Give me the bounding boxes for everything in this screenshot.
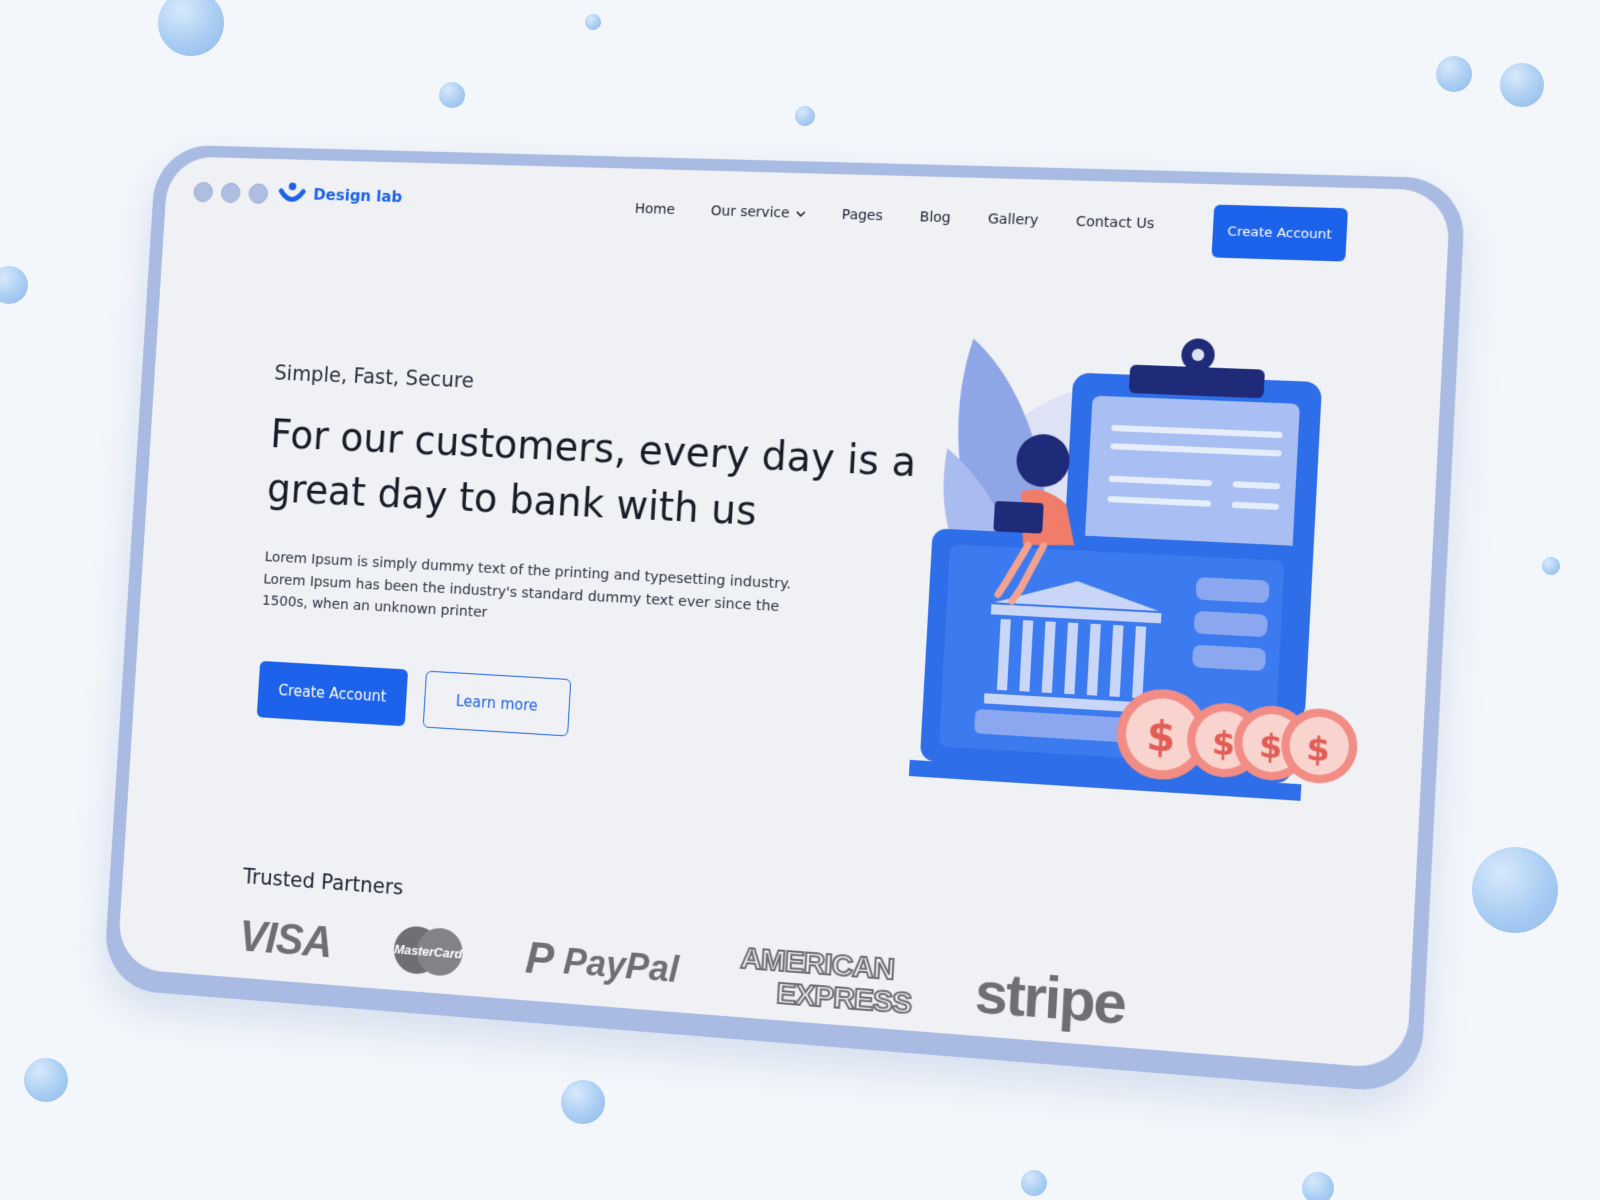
main-nav: Home Our service Pages Blog Gallery Cont…: [634, 201, 1154, 232]
svg-text:$: $: [1145, 713, 1176, 762]
nav-item-pages[interactable]: Pages: [841, 207, 883, 224]
hero-body: Lorem Ipsum is simply dummy text of the …: [261, 547, 812, 643]
nav-label: Pages: [841, 207, 883, 224]
paypal-icon: P: [524, 933, 555, 985]
decor-bubble: [1472, 847, 1558, 933]
decor-bubble: [1021, 1170, 1047, 1196]
brand-name: Design lab: [313, 185, 403, 206]
window-dot[interactable]: [193, 182, 213, 203]
partner-logos: VISA MasterCard P PayPal AMERICAN EXPRES…: [237, 903, 1126, 1038]
nav-item-contact-us[interactable]: Contact Us: [1076, 214, 1155, 232]
nav-item-gallery[interactable]: Gallery: [987, 211, 1038, 229]
decor-bubble: [795, 106, 815, 126]
create-account-button[interactable]: Create Account: [257, 661, 408, 726]
nav-label: Our service: [710, 203, 790, 221]
view-more-link[interactable]: View more ›: [239, 987, 322, 1009]
chevron-down-icon: [795, 210, 805, 217]
browser-screen: Design lab Home Our service Pages Blog G…: [117, 156, 1451, 1070]
visa-logo[interactable]: VISA: [238, 912, 333, 968]
device-frame: Design lab Home Our service Pages Blog G…: [103, 144, 1466, 1094]
amex-logo[interactable]: AMERICAN EXPRESS: [738, 942, 914, 1020]
nav-label: Home: [634, 201, 675, 218]
mastercard-logo[interactable]: MasterCard: [388, 923, 467, 978]
svg-text:$: $: [1305, 730, 1331, 770]
decor-bubble: [0, 266, 28, 304]
nav-label: Contact Us: [1076, 214, 1155, 232]
stripe-logo[interactable]: stripe: [973, 958, 1127, 1038]
window-dot[interactable]: [220, 182, 241, 203]
window-dot[interactable]: [248, 183, 269, 204]
hero-eyebrow: Simple, Fast, Secure: [274, 361, 475, 392]
nav-item-our-service[interactable]: Our service: [710, 203, 805, 222]
svg-text:$: $: [1258, 727, 1283, 767]
view-more-label: View more: [239, 987, 309, 1008]
learn-more-button[interactable]: Learn more: [423, 671, 572, 737]
paypal-logo[interactable]: P PayPal: [524, 933, 680, 995]
smile-dot-icon: [277, 180, 306, 206]
decor-bubble: [1500, 63, 1544, 107]
decor-bubble: [1542, 557, 1560, 575]
decor-bubble: [1436, 56, 1472, 92]
decor-bubble: [1302, 1172, 1334, 1200]
banking-illustration: $ $ $ $: [908, 327, 1388, 819]
nav-create-account-button[interactable]: Create Account: [1211, 205, 1348, 262]
svg-text:$: $: [1211, 724, 1236, 764]
decor-bubble: [24, 1058, 68, 1102]
nav-item-home[interactable]: Home: [634, 201, 675, 218]
decor-bubble: [561, 1080, 605, 1124]
paypal-wordmark: PayPal: [562, 940, 679, 991]
brand-logo[interactable]: Design lab: [277, 180, 403, 209]
chevron-right-icon: ›: [315, 993, 321, 1009]
nav-label: Blog: [919, 209, 951, 226]
hero-headline: For our customers, every day is a great …: [266, 407, 969, 550]
nav-label: Gallery: [987, 211, 1038, 229]
decor-bubble: [439, 82, 465, 108]
trusted-partners-title: Trusted Partners: [242, 865, 404, 900]
decor-bubble: [158, 0, 224, 56]
window-controls: [193, 182, 269, 204]
nav-item-blog[interactable]: Blog: [919, 209, 951, 226]
decor-bubble: [585, 14, 601, 30]
